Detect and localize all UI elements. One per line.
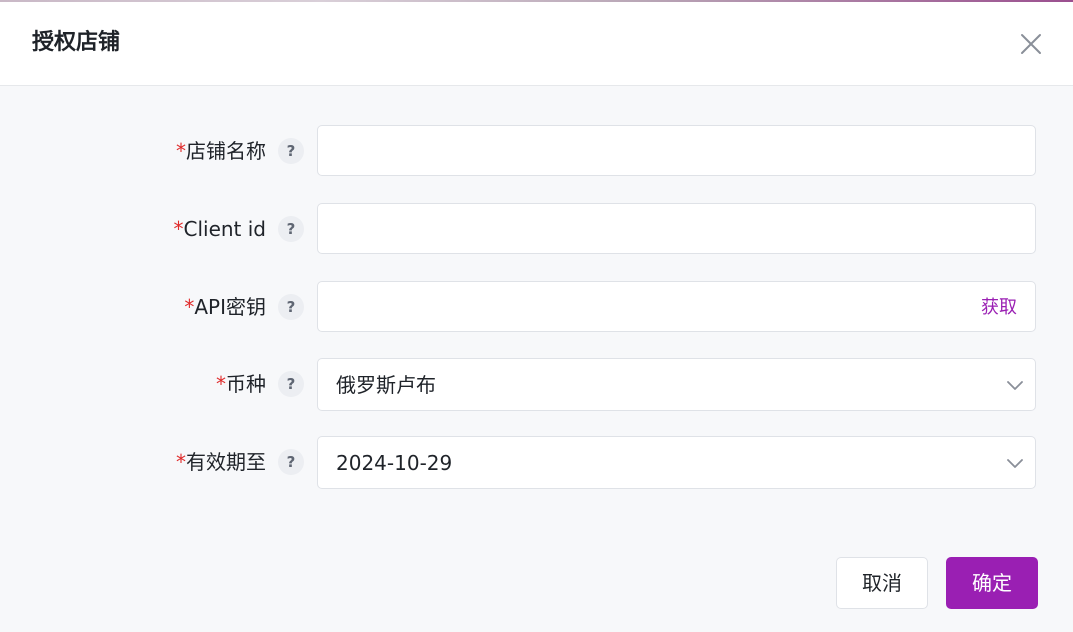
api-key-help-icon[interactable]: ?: [278, 294, 304, 320]
form-row-valid-until: *有效期至 ? 2024-10-29: [0, 436, 1073, 489]
required-mark: *: [184, 295, 195, 319]
valid-until-label-text: 有效期至: [186, 450, 266, 474]
form-row-api-key: *API密钥 ? 获取: [0, 281, 1073, 333]
store-name-help-icon[interactable]: ?: [278, 138, 304, 164]
form-row-client-id: *Client id ?: [0, 203, 1073, 255]
dialog-header: 授权店铺: [0, 2, 1073, 86]
required-mark: *: [176, 450, 186, 474]
close-icon: [1021, 34, 1041, 54]
valid-until-label: *有效期至: [176, 436, 266, 488]
form-row-store-name: *店铺名称 ?: [0, 125, 1073, 177]
get-api-key-link[interactable]: 获取: [981, 282, 1017, 333]
chevron-down-icon: [1007, 381, 1023, 390]
api-key-label-text: API密钥: [194, 295, 266, 319]
client-id-field: [317, 203, 1036, 254]
dialog-body: *店铺名称 ? *Client id ? *API密钥 ? 获取 *币种 ? 俄…: [0, 86, 1073, 632]
store-name-label: *店铺名称: [176, 125, 266, 177]
close-button[interactable]: [1018, 31, 1044, 57]
valid-until-help-icon[interactable]: ?: [278, 449, 304, 475]
required-mark: *: [176, 139, 186, 163]
store-name-label-text: 店铺名称: [186, 139, 266, 163]
api-key-input[interactable]: [318, 282, 1035, 331]
form-row-currency: *币种 ? 俄罗斯卢布: [0, 358, 1073, 411]
client-id-label: *Client id: [173, 203, 266, 255]
cancel-button[interactable]: 取消: [836, 557, 928, 609]
client-id-input[interactable]: [318, 204, 1035, 253]
currency-select[interactable]: 俄罗斯卢布: [317, 358, 1036, 411]
api-key-label: *API密钥: [184, 281, 266, 333]
chevron-down-icon: [1007, 459, 1023, 468]
store-name-field: [317, 125, 1036, 176]
currency-help-icon[interactable]: ?: [278, 371, 304, 397]
currency-label: *币种: [216, 358, 266, 410]
valid-until-selected-value: 2024-10-29: [336, 451, 453, 475]
confirm-button[interactable]: 确定: [946, 557, 1038, 609]
required-mark: *: [216, 372, 226, 396]
authorize-store-dialog: 授权店铺 *店铺名称 ? *Client id ? *API密钥 ? 获取 *币…: [0, 2, 1073, 632]
client-id-label-text: Client id: [183, 217, 266, 241]
api-key-field: 获取: [317, 281, 1036, 332]
currency-selected-value: 俄罗斯卢布: [336, 373, 436, 397]
valid-until-select[interactable]: 2024-10-29: [317, 436, 1036, 489]
currency-label-text: 币种: [226, 372, 266, 396]
required-mark: *: [173, 217, 184, 241]
dialog-title: 授权店铺: [32, 30, 121, 55]
client-id-help-icon[interactable]: ?: [278, 216, 304, 242]
store-name-input[interactable]: [318, 126, 1035, 175]
